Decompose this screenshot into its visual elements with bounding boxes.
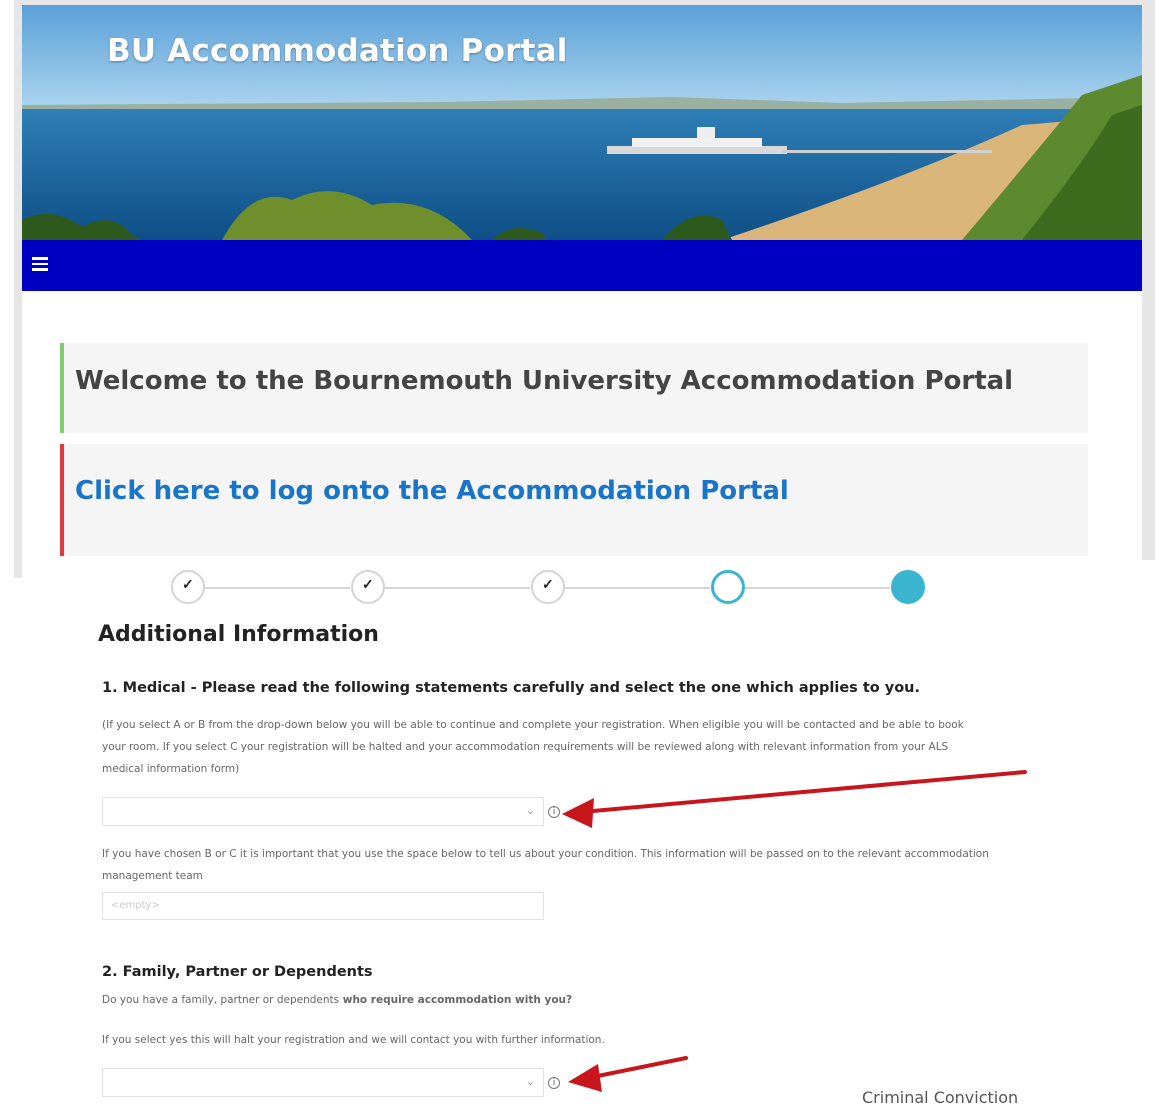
step-1-completed: ✓ — [171, 570, 205, 604]
check-icon: ✓ — [182, 576, 194, 592]
info-icon[interactable]: i — [548, 806, 560, 818]
welcome-heading: Welcome to the Bournemouth University Ac… — [75, 366, 1014, 396]
medical-question-heading: 1. Medical - Please read the following s… — [102, 680, 921, 696]
portal-screenshot: BU Accommodation Portal Welcome to the B… — [14, 0, 1155, 578]
login-link[interactable]: Click here to log onto the Accommodation… — [75, 476, 789, 506]
family-select[interactable]: ⌄ — [102, 1068, 544, 1097]
hamburger-menu-icon[interactable] — [30, 254, 52, 276]
check-icon: ✓ — [542, 576, 554, 592]
login-panel: Click here to log onto the Accommodation… — [60, 444, 1088, 556]
medical-help-line-1: (If you select A or B from the drop-down… — [102, 719, 964, 731]
step-connector — [385, 587, 530, 589]
condition-details-input[interactable]: <empty> — [102, 892, 544, 920]
site-title: BU Accommodation Portal — [107, 33, 568, 69]
progress-stepper: ✓ ✓ ✓ — [60, 560, 1161, 620]
welcome-panel: Welcome to the Bournemouth University Ac… — [60, 343, 1088, 433]
check-icon: ✓ — [362, 576, 374, 592]
step-5-upcoming — [891, 570, 925, 604]
condition-note-line-2: management team — [102, 870, 203, 882]
section-title: Additional Information — [98, 622, 379, 647]
step-connector — [205, 587, 350, 589]
info-icon[interactable]: i — [548, 1077, 560, 1089]
navigation-bar — [22, 240, 1142, 291]
family-note: If you select yes this will halt your re… — [102, 1034, 605, 1046]
medical-help-line-2: your room. If you select C your registra… — [102, 741, 949, 753]
step-connector — [745, 587, 890, 589]
family-question-prefix: Do you have a family, partner or depende… — [102, 994, 340, 1006]
page: BU Accommodation Portal Welcome to the B… — [0, 0, 1161, 1108]
chevron-down-icon: ⌄ — [525, 1076, 535, 1088]
family-question-heading: 2. Family, Partner or Dependents — [102, 964, 373, 980]
condition-note-line-1: If you have chosen B or C it is importan… — [102, 848, 989, 860]
step-connector — [565, 587, 710, 589]
registration-form-screenshot: ✓ ✓ ✓ Additional Information 1. Medical … — [60, 560, 1161, 1108]
medical-select[interactable]: ⌄ — [102, 797, 544, 826]
step-2-completed: ✓ — [351, 570, 385, 604]
family-question-text: Do you have a family, partner or depende… — [102, 989, 572, 1011]
family-question-bold: who require accommodation with you? — [339, 994, 573, 1006]
chevron-down-icon: ⌄ — [525, 805, 535, 817]
criminal-conviction-label: Criminal Conviction — [862, 1088, 1019, 1107]
step-3-completed: ✓ — [531, 570, 565, 604]
step-4-current — [711, 570, 745, 604]
medical-help-line-3: medical information form) — [102, 763, 240, 775]
header-banner: BU Accommodation Portal — [22, 5, 1142, 240]
